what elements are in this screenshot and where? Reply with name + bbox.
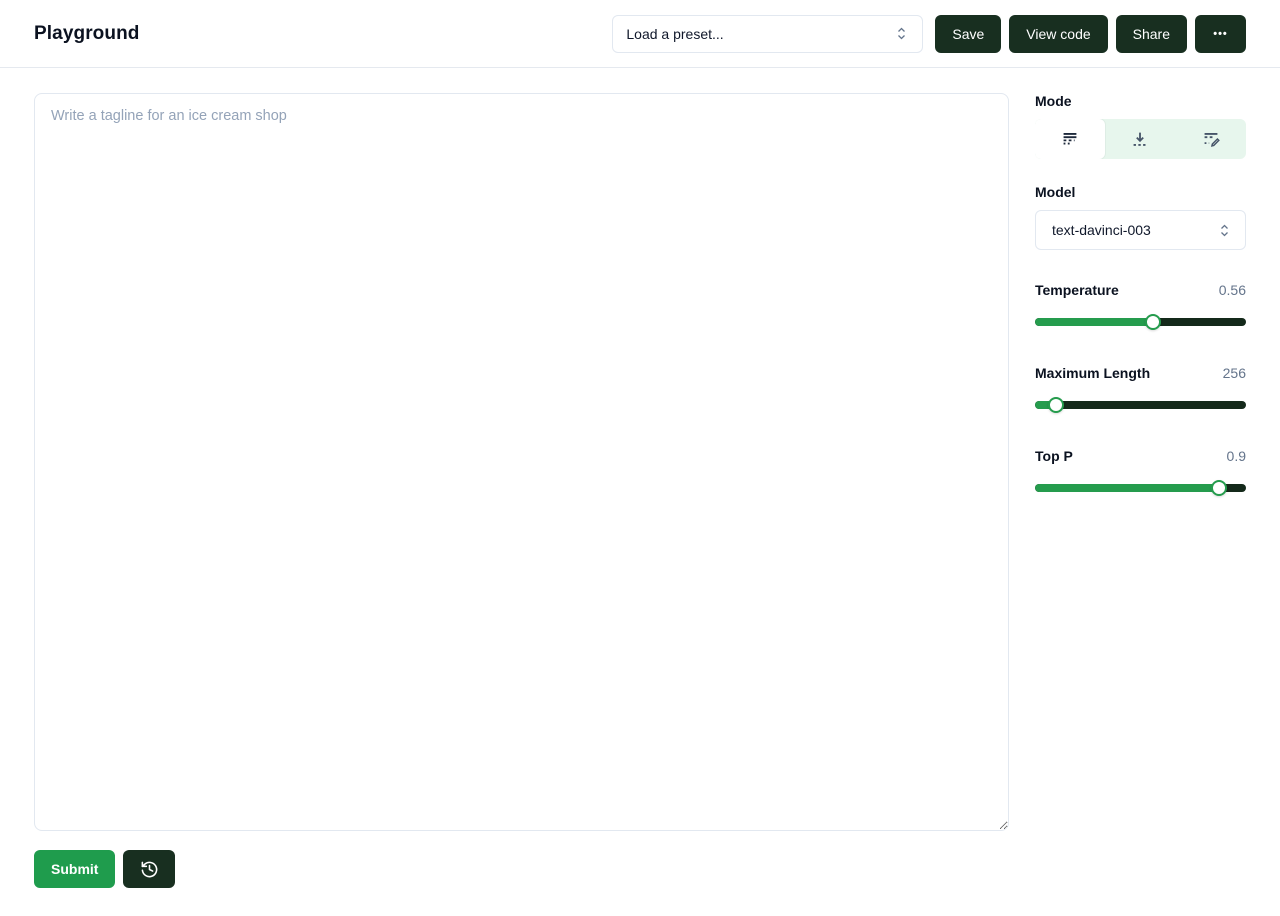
slider-thumb[interactable] xyxy=(1145,314,1161,330)
slider-fill xyxy=(1035,484,1219,492)
slider-thumb[interactable] xyxy=(1048,397,1064,413)
temperature-value: 0.56 xyxy=(1219,282,1246,298)
maximum-length-slider[interactable] xyxy=(1035,397,1246,413)
maximum-length-label: Maximum Length xyxy=(1035,365,1150,381)
main-content: Mode xyxy=(0,68,1280,831)
temperature-label: Temperature xyxy=(1035,282,1119,298)
settings-sidebar: Mode xyxy=(1035,93,1246,831)
top-p-value: 0.9 xyxy=(1227,448,1246,464)
share-button[interactable]: Share xyxy=(1116,15,1187,53)
submit-button[interactable]: Submit xyxy=(34,850,115,888)
view-code-button[interactable]: View code xyxy=(1009,15,1107,53)
load-preset-placeholder: Load a preset... xyxy=(626,26,723,42)
top-p-section: Top P 0.9 xyxy=(1035,448,1246,496)
slider-track xyxy=(1035,318,1246,326)
save-button[interactable]: Save xyxy=(935,15,1001,53)
history-button[interactable] xyxy=(123,850,175,888)
mode-insert-button[interactable] xyxy=(1105,119,1175,159)
load-preset-select[interactable]: Load a preset... xyxy=(612,15,923,53)
model-select-value: text-davinci-003 xyxy=(1052,222,1151,238)
header-actions: Load a preset... Save View code Share ••… xyxy=(612,15,1246,53)
slider-track xyxy=(1035,401,1246,409)
temperature-slider[interactable] xyxy=(1035,314,1246,330)
mode-toggle-group xyxy=(1035,119,1246,159)
maximum-length-value: 256 xyxy=(1223,365,1246,381)
mode-complete-button[interactable] xyxy=(1035,119,1105,159)
temperature-section: Temperature 0.56 xyxy=(1035,282,1246,330)
maximum-length-section: Maximum Length 256 xyxy=(1035,365,1246,413)
ellipsis-icon: ••• xyxy=(1213,28,1228,40)
prompt-textarea[interactable] xyxy=(34,93,1009,831)
mode-edit-button[interactable] xyxy=(1176,119,1246,159)
chevrons-up-down-icon xyxy=(894,26,909,41)
complete-mode-icon xyxy=(1059,128,1081,150)
edit-mode-icon xyxy=(1200,128,1222,150)
header: Playground Load a preset... Save View co… xyxy=(0,0,1280,68)
top-p-slider[interactable] xyxy=(1035,480,1246,496)
slider-fill xyxy=(1035,318,1153,326)
mode-label: Mode xyxy=(1035,93,1246,109)
insert-mode-icon xyxy=(1129,128,1151,150)
more-options-button[interactable]: ••• xyxy=(1195,15,1246,53)
footer-actions: Submit xyxy=(0,831,1280,888)
history-icon xyxy=(140,860,159,879)
top-p-label: Top P xyxy=(1035,448,1073,464)
model-label: Model xyxy=(1035,184,1246,200)
model-select[interactable]: text-davinci-003 xyxy=(1035,210,1246,250)
slider-thumb[interactable] xyxy=(1211,480,1227,496)
page-title: Playground xyxy=(34,23,140,45)
chevrons-up-down-icon xyxy=(1217,223,1232,238)
